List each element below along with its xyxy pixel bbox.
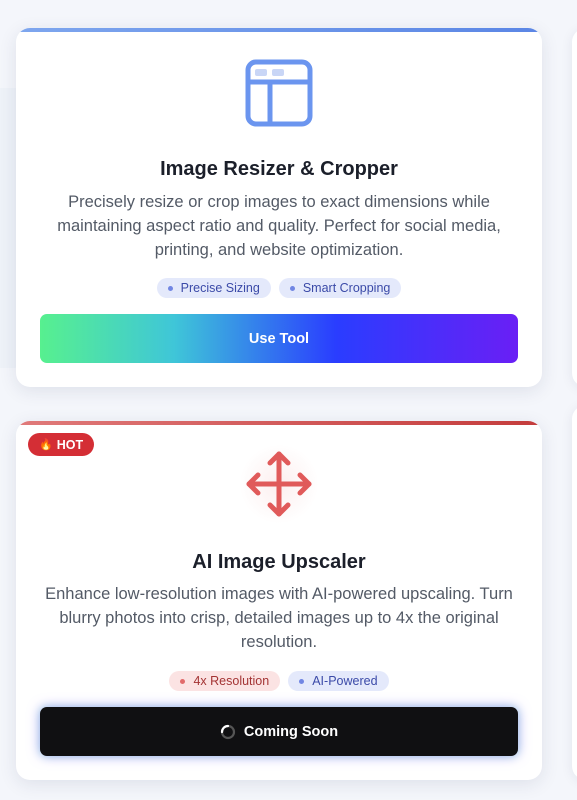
background-strip [0, 88, 16, 368]
feature-tags: 4x Resolution AI-Powered [16, 671, 542, 691]
coming-soon-button[interactable]: Coming Soon [40, 707, 518, 756]
move-arrows-icon [239, 444, 319, 524]
tag-label: AI-Powered [312, 674, 378, 688]
adjacent-tool-card [572, 28, 577, 387]
feature-tag: Precise Sizing [156, 278, 271, 298]
adjacent-tool-card [572, 405, 577, 780]
use-tool-button[interactable]: Use Tool [40, 314, 518, 363]
tag-dot-icon [299, 678, 305, 684]
tag-dot-icon [180, 678, 186, 684]
feature-tag: 4x Resolution [169, 671, 281, 691]
badge-label: HOT [56, 437, 84, 452]
hot-badge: 🔥 HOT [28, 433, 95, 456]
card-accent-bar [16, 28, 542, 32]
feature-tag: AI-Powered [288, 671, 389, 691]
spinner-icon [220, 724, 235, 739]
tool-card-image-resizer: Image Resizer & Cropper Precisely resize… [16, 28, 542, 387]
card-description: Enhance low-resolution images with AI-po… [45, 585, 513, 651]
card-description: Precisely resize or crop images to exact… [57, 193, 501, 259]
tag-label: Smart Cropping [302, 281, 391, 295]
button-label: Use Tool [248, 330, 310, 347]
tag-dot-icon [289, 285, 295, 291]
fire-icon: 🔥 [39, 439, 53, 451]
tag-label: 4x Resolution [193, 674, 270, 688]
button-label: Coming Soon [243, 723, 339, 740]
layout-window-icon [244, 58, 314, 128]
tool-card-ai-upscaler: 🔥 HOT AI Image Upscaler Enhance low-reso… [16, 421, 542, 780]
card-title: Image Resizer & Cropper [160, 158, 398, 180]
tag-label: Precise Sizing [180, 281, 260, 295]
card-title: AI Image Upscaler [192, 551, 366, 573]
tag-dot-icon [167, 285, 173, 291]
feature-tag: Smart Cropping [278, 278, 402, 298]
feature-tags: Precise Sizing Smart Cropping [16, 278, 542, 298]
card-accent-bar [16, 421, 542, 425]
